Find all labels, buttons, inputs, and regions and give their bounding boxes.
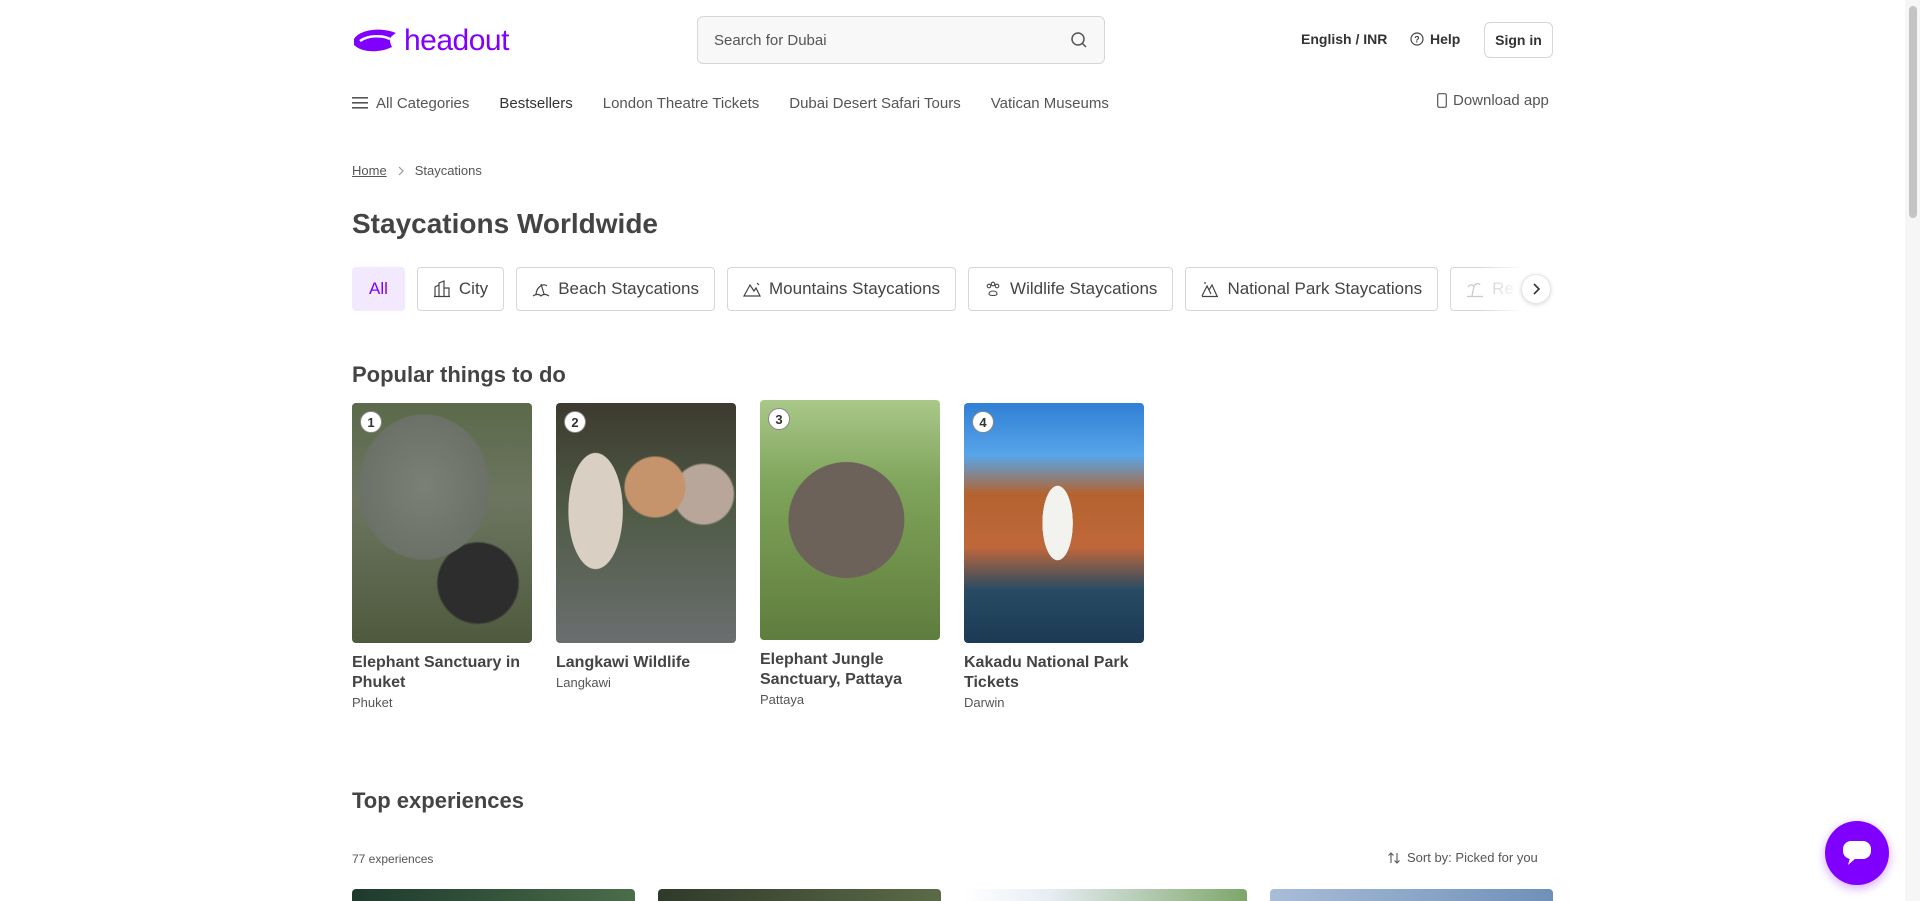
sort-icon xyxy=(1388,851,1400,864)
chevron-right-icon xyxy=(398,166,404,175)
search-bar[interactable] xyxy=(697,16,1105,64)
experience-thumbnails xyxy=(352,889,1553,901)
chip-mountains[interactable]: Mountains Staycations xyxy=(727,267,957,311)
sort-label: Sort by: Picked for you xyxy=(1407,850,1538,865)
chip-label: Beach Staycations xyxy=(558,279,699,298)
chevron-right-icon xyxy=(1533,283,1541,295)
logo-icon xyxy=(354,29,396,52)
breadcrumb-current: Staycations xyxy=(414,163,482,178)
park-icon xyxy=(1201,282,1219,298)
nav-item-vatican-museums[interactable]: Vatican Museums xyxy=(991,95,1109,112)
popular-card[interactable]: 3 Elephant Jungle Sanctuary, Pattaya Pat… xyxy=(760,400,940,710)
chip-label: Wildlife Staycations xyxy=(1010,279,1158,298)
language-currency-selector[interactable]: English / INR xyxy=(1301,31,1387,47)
chip-national-park[interactable]: National Park Staycations xyxy=(1185,267,1439,311)
svg-text:?: ? xyxy=(1414,35,1420,45)
chip-beach[interactable]: Beach Staycations xyxy=(516,267,715,311)
experience-card-image[interactable] xyxy=(352,889,635,901)
card-image[interactable]: 4 xyxy=(964,403,1144,643)
search-icon[interactable] xyxy=(1070,31,1088,49)
card-title[interactable]: Langkawi Wildlife xyxy=(556,653,736,673)
experience-card-image[interactable] xyxy=(658,889,941,901)
category-chips: All City Beach Staycations Mountains Sta… xyxy=(352,267,1552,311)
nav-item-london-theatre[interactable]: London Theatre Tickets xyxy=(603,95,760,112)
header: headout English / INR ? Help Sign in xyxy=(0,0,1920,80)
chat-button[interactable] xyxy=(1825,821,1889,885)
rank-badge: 1 xyxy=(360,411,382,433)
mountain-icon xyxy=(743,282,761,297)
card-location: Pattaya xyxy=(760,692,805,707)
city-icon xyxy=(433,280,450,298)
popular-card[interactable]: 1 Elephant Sanctuary in Phuket Phuket xyxy=(352,403,532,710)
help-link[interactable]: ? Help xyxy=(1410,31,1460,47)
card-title[interactable]: Kakadu National Park Tickets xyxy=(964,653,1144,693)
rank-badge: 2 xyxy=(564,411,586,433)
menu-icon xyxy=(352,97,368,109)
rank-badge: 4 xyxy=(972,411,994,433)
chip-label: National Park Staycations xyxy=(1227,279,1423,298)
card-image[interactable]: 2 xyxy=(556,403,736,643)
popular-cards: 1 Elephant Sanctuary in Phuket Phuket 2 … xyxy=(352,400,1144,710)
help-icon: ? xyxy=(1410,32,1424,46)
popular-card[interactable]: 2 Langkawi Wildlife Langkawi xyxy=(556,403,736,710)
chip-label: City xyxy=(458,279,489,298)
phone-icon xyxy=(1437,93,1447,108)
breadcrumb-home[interactable]: Home xyxy=(352,163,387,178)
card-location: Darwin xyxy=(964,695,1005,710)
card-title[interactable]: Elephant Jungle Sanctuary, Pattaya xyxy=(760,650,940,690)
sort-dropdown[interactable]: Sort by: Picked for you xyxy=(1387,850,1538,865)
popular-card[interactable]: 4 Kakadu National Park Tickets Darwin xyxy=(964,403,1144,710)
chip-all[interactable]: All xyxy=(352,267,405,311)
chip-label: All xyxy=(369,279,388,298)
chip-label: Mountains Staycations xyxy=(769,279,941,298)
all-categories-menu[interactable]: All Categories xyxy=(352,95,469,112)
scrollbar-thumb[interactable] xyxy=(1909,6,1917,218)
download-app-link[interactable]: Download app xyxy=(1437,92,1549,109)
chips-next-button[interactable] xyxy=(1521,274,1551,304)
card-location: Phuket xyxy=(352,695,393,710)
card-title[interactable]: Elephant Sanctuary in Phuket xyxy=(352,653,532,693)
page-title: Staycations Worldwide xyxy=(352,208,658,239)
card-location: Langkawi xyxy=(556,675,611,690)
chip-wildlife[interactable]: Wildlife Staycations xyxy=(968,267,1174,311)
sign-in-button[interactable]: Sign in xyxy=(1484,22,1553,58)
logo-text: headout xyxy=(404,24,509,57)
nav-item-bestsellers[interactable]: Bestsellers xyxy=(499,95,572,112)
help-label: Help xyxy=(1430,31,1461,47)
experience-card-image[interactable] xyxy=(1270,889,1553,901)
card-image[interactable]: 3 xyxy=(760,400,940,640)
search-input[interactable] xyxy=(714,31,1070,49)
card-image[interactable]: 1 xyxy=(352,403,532,643)
experience-card-image[interactable] xyxy=(964,889,1247,901)
nav-item-dubai-desert-safari[interactable]: Dubai Desert Safari Tours xyxy=(789,95,960,112)
category-nav: All Categories Bestsellers London Theatr… xyxy=(352,92,1109,114)
rank-badge: 3 xyxy=(768,408,790,430)
paw-icon xyxy=(986,281,1000,297)
beach-icon xyxy=(532,283,550,297)
experience-count: 77 experiences xyxy=(352,852,434,866)
chip-city[interactable]: City xyxy=(416,267,505,311)
top-experiences-title: Top experiences xyxy=(352,788,524,813)
breadcrumb: Home Staycations xyxy=(352,163,482,178)
popular-section-title: Popular things to do xyxy=(352,362,566,387)
chat-icon xyxy=(1843,841,1871,865)
all-categories-label: All Categories xyxy=(376,94,470,112)
download-app-label: Download app xyxy=(1453,92,1549,109)
logo[interactable]: headout xyxy=(352,24,509,58)
